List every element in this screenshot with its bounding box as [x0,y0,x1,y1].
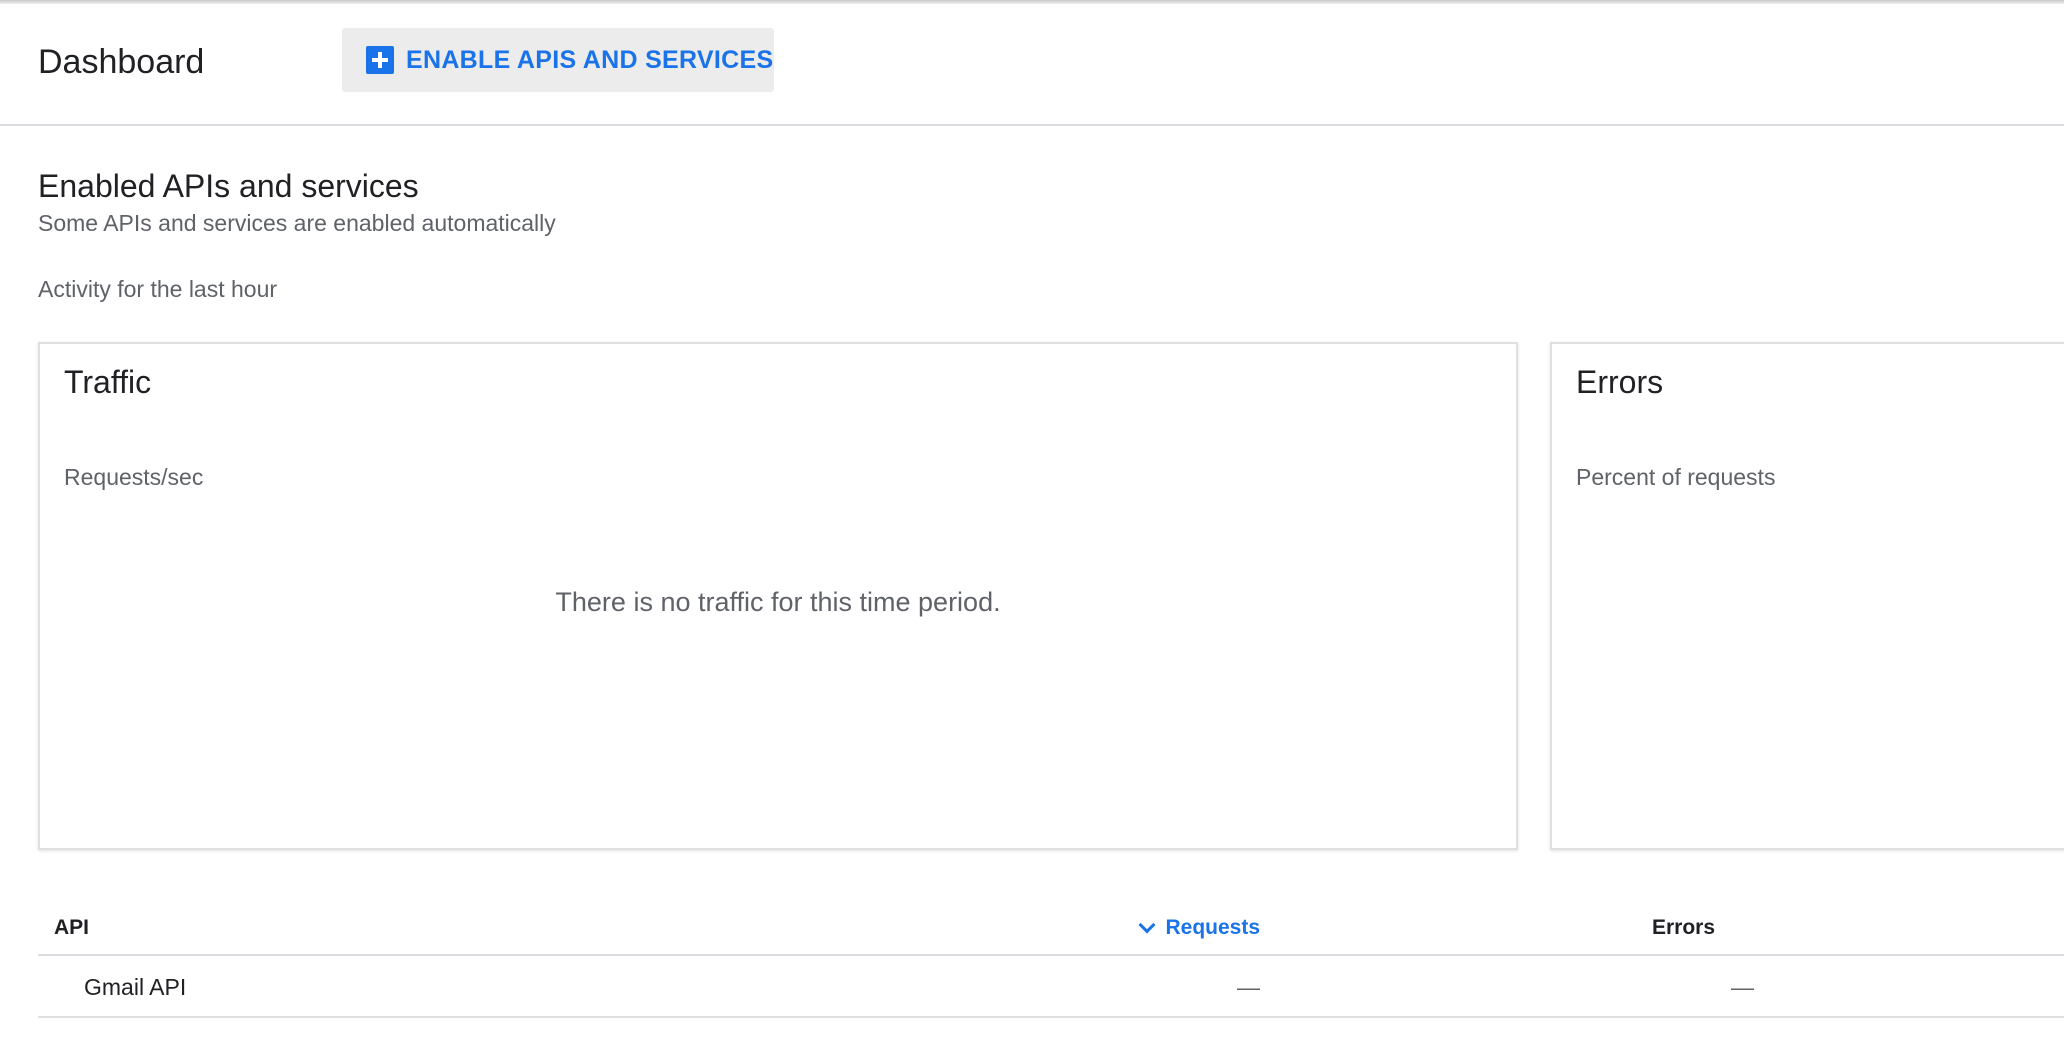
traffic-empty-message: There is no traffic for this time period… [555,587,1001,617]
traffic-card-title: Traffic [64,364,152,400]
add-box-icon [366,46,394,74]
column-header-requests[interactable]: Requests [1098,914,1260,942]
table-header: API Requests Errors [38,900,2064,956]
traffic-card: Traffic Requests/sec There is no traffic… [38,342,1518,850]
apis-table: API Requests Errors Gmail API — — [38,900,2064,1018]
chevron-down-icon [1138,916,1156,934]
column-header-requests-label: Requests [1165,916,1260,939]
column-header-errors[interactable]: Errors [1652,914,1715,942]
enable-apis-button-label: ENABLE APIS AND SERVICES [406,45,774,74]
api-name-link[interactable]: Gmail API [84,972,186,1002]
errors-value: — [1731,974,1754,1000]
page-header: Dashboard ENABLE APIS AND SERVICES [0,4,2064,126]
errors-card-subtitle: Percent of requests [1576,464,1776,490]
page-title: Dashboard [38,43,205,81]
requests-value: — [1237,974,1260,1000]
activity-label: Activity for the last hour [38,276,278,302]
section-subtitle: Some APIs and services are enabled autom… [38,210,556,236]
errors-card: Errors Percent of requests [1550,342,2064,850]
column-header-api[interactable]: API [54,914,89,942]
enable-apis-button[interactable]: ENABLE APIS AND SERVICES [342,28,774,92]
errors-card-title: Errors [1576,364,1664,400]
table-row: Gmail API — — [38,956,2064,1018]
section-title: Enabled APIs and services [38,168,419,204]
traffic-card-subtitle: Requests/sec [64,464,204,490]
